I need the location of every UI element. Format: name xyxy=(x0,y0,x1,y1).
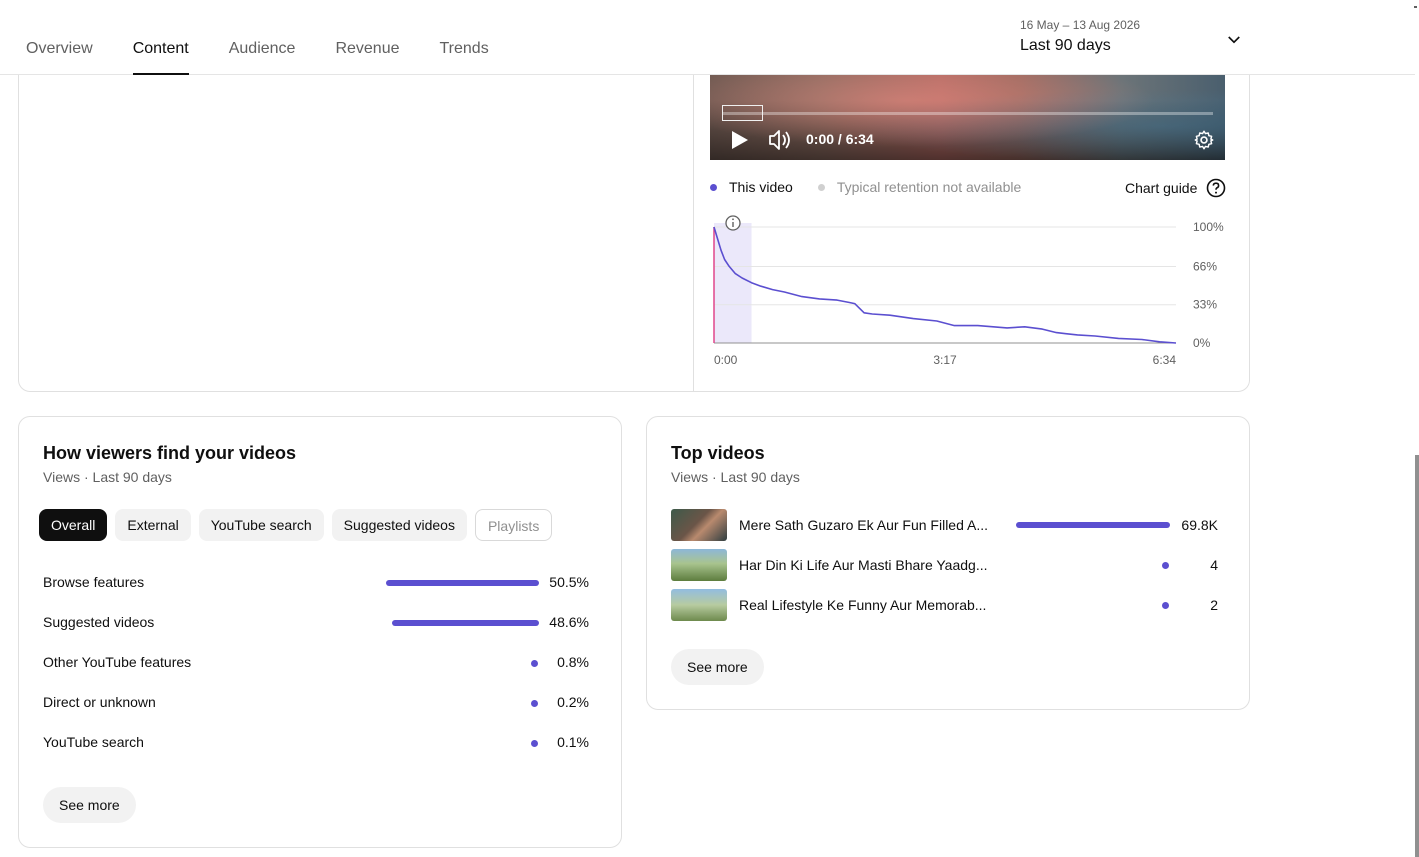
video-thumbnail[interactable] xyxy=(671,549,727,581)
tab-trends[interactable]: Trends xyxy=(440,0,489,75)
tab-audience[interactable]: Audience xyxy=(229,0,296,75)
date-range-picker[interactable]: 16 May – 13 Aug 2026 Last 90 days xyxy=(1020,18,1248,62)
video-player[interactable]: 0:00 / 6:34 xyxy=(710,75,1225,160)
top-video-bar xyxy=(1016,522,1170,528)
top-video-row[interactable]: Mere Sath Guzaro Ek Aur Fun Filled A... … xyxy=(671,509,1218,541)
traffic-row-bar xyxy=(531,700,538,707)
traffic-row[interactable]: YouTube search 0.1% xyxy=(43,733,589,753)
scrub-preview-box[interactable] xyxy=(722,105,763,121)
traffic-sources-card: How viewers find your videos Views · Las… xyxy=(18,416,622,848)
y-tick-label: 33% xyxy=(1193,298,1217,312)
card-divider xyxy=(693,74,694,392)
x-tick-label: 6:34 xyxy=(1153,353,1177,367)
traffic-row-bar xyxy=(386,580,539,586)
top-videos-card: Top videos Views · Last 90 days Mere Sat… xyxy=(646,416,1250,710)
y-tick-label: 66% xyxy=(1193,259,1217,273)
top-video-row[interactable]: Real Lifestyle Ke Funny Aur Memorab... 2 xyxy=(671,589,1218,621)
traffic-filter-chips: Overall External YouTube search Suggeste… xyxy=(39,509,560,541)
retention-highlight xyxy=(714,223,752,343)
volume-icon xyxy=(769,130,790,150)
chip-suggested-videos[interactable]: Suggested videos xyxy=(331,509,467,541)
scrollbar[interactable] xyxy=(1415,455,1419,857)
traffic-row-label: Direct or unknown xyxy=(43,694,156,710)
traffic-see-more-button[interactable]: See more xyxy=(43,787,136,823)
gear-icon xyxy=(1194,130,1214,150)
retention-chart[interactable]: 100% 66% 33% 0% 0:00 3:17 6:34 xyxy=(700,210,1240,375)
tab-revenue[interactable]: Revenue xyxy=(335,0,399,75)
video-progress-bar[interactable] xyxy=(722,112,1213,115)
traffic-row-value: 50.5% xyxy=(549,574,589,590)
video-thumbnail[interactable] xyxy=(671,589,727,621)
x-tick-label: 3:17 xyxy=(933,353,957,367)
tab-overview[interactable]: Overview xyxy=(26,0,93,75)
tab-content[interactable]: Content xyxy=(132,0,189,75)
retention-series-line xyxy=(713,226,1177,344)
traffic-row-value: 0.1% xyxy=(557,734,589,750)
traffic-row-bar xyxy=(392,620,539,626)
legend-dot-typical xyxy=(817,183,825,191)
play-icon xyxy=(732,131,748,149)
traffic-row-bar xyxy=(531,660,538,667)
traffic-row[interactable]: Direct or unknown 0.2% xyxy=(43,693,589,713)
y-tick-label: 0% xyxy=(1193,336,1211,350)
chip-playlists: Playlists xyxy=(474,509,553,541)
traffic-subtitle: Views · Last 90 days xyxy=(43,469,172,485)
legend-dot-this-video xyxy=(710,183,717,191)
top-video-bar xyxy=(1162,562,1169,569)
video-time: 0:00 / 6:34 xyxy=(806,131,874,147)
legend-this-video: This video xyxy=(729,179,793,195)
top-videos-see-more-button[interactable]: See more xyxy=(671,649,764,685)
top-video-title[interactable]: Har Din Ki Life Aur Masti Bhare Yaadg... xyxy=(739,557,989,573)
top-video-views: 2 xyxy=(1210,597,1218,613)
analytics-tabs: Overview Content Audience Revenue Trends xyxy=(26,0,529,75)
traffic-row[interactable]: Suggested videos 48.6% xyxy=(43,613,589,633)
info-icon-dot xyxy=(732,218,734,221)
legend-typical: Typical retention not available xyxy=(836,179,1022,195)
chip-overall[interactable]: Overall xyxy=(39,509,108,541)
top-videos-title: Top videos xyxy=(671,443,765,463)
volume-button[interactable] xyxy=(768,129,792,151)
x-tick-label: 0:00 xyxy=(714,353,738,367)
chip-external[interactable]: External xyxy=(115,509,191,541)
traffic-row-value: 48.6% xyxy=(549,614,589,630)
video-thumbnail[interactable] xyxy=(671,509,727,541)
y-tick-label: 100% xyxy=(1193,220,1224,234)
top-video-title[interactable]: Mere Sath Guzaro Ek Aur Fun Filled A... xyxy=(739,517,989,533)
top-video-views: 69.8K xyxy=(1181,517,1218,533)
traffic-row[interactable]: Browse features 50.5% xyxy=(43,573,589,593)
top-video-bar xyxy=(1162,602,1169,609)
traffic-row-value: 0.8% xyxy=(557,654,589,670)
traffic-row[interactable]: Other YouTube features 0.8% xyxy=(43,653,589,673)
edge-mark xyxy=(1414,6,1417,8)
settings-button[interactable] xyxy=(1193,129,1215,151)
top-video-title[interactable]: Real Lifestyle Ke Funny Aur Memorab... xyxy=(739,597,989,613)
play-button[interactable] xyxy=(730,130,750,150)
traffic-row-label: Browse features xyxy=(43,574,145,590)
traffic-row-bar xyxy=(531,740,538,747)
traffic-title: How viewers find your videos xyxy=(43,443,297,463)
chip-youtube-search[interactable]: YouTube search xyxy=(198,509,324,541)
chevron-down-icon xyxy=(1228,36,1240,44)
retention-legend: This video Typical retention not availab… xyxy=(710,179,1021,195)
help-icon xyxy=(1207,178,1226,198)
top-bar: Overview Content Audience Revenue Trends… xyxy=(0,0,1417,75)
date-range-text: 16 May – 13 Aug 2026 xyxy=(1020,18,1141,32)
top-video-row[interactable]: Har Din Ki Life Aur Masti Bhare Yaadg...… xyxy=(671,549,1218,581)
traffic-row-value: 0.2% xyxy=(557,694,589,710)
chart-guide-label: Chart guide xyxy=(1125,180,1198,196)
top-videos-subtitle: Views · Last 90 days xyxy=(671,469,800,485)
top-video-views: 4 xyxy=(1210,557,1218,573)
date-range-label: Last 90 days xyxy=(1020,37,1111,54)
traffic-row-label: YouTube search xyxy=(43,734,144,750)
traffic-row-label: Other YouTube features xyxy=(43,654,192,670)
chart-guide-link[interactable]: Chart guide xyxy=(1125,178,1226,198)
traffic-row-label: Suggested videos xyxy=(43,614,155,630)
